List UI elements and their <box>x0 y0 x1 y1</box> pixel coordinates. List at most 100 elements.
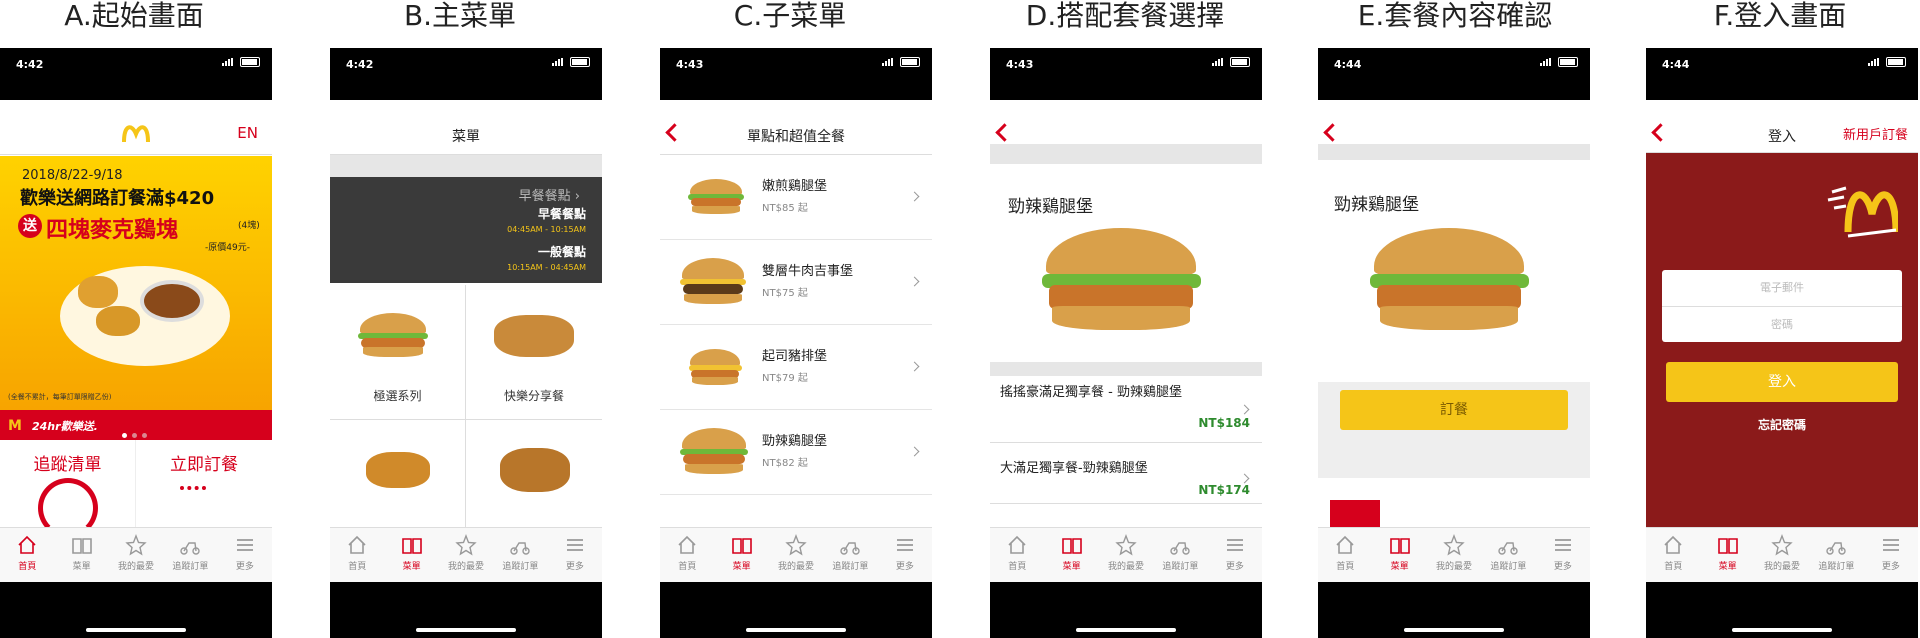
tab-bar: 首頁 菜單 我的最愛 追蹤訂單 更多 <box>990 527 1262 582</box>
battery-icon <box>570 57 590 67</box>
tab-menu[interactable]: 菜單 <box>1044 528 1098 582</box>
tab-more[interactable]: 更多 <box>1208 528 1262 582</box>
scooter-icon <box>1498 542 1519 555</box>
home-icon <box>1664 535 1682 554</box>
book-icon <box>731 538 752 554</box>
promo-qty: (4塊) <box>238 221 260 231</box>
order-button[interactable]: 訂餐 <box>1340 390 1568 430</box>
tab-home[interactable]: 首頁 <box>660 528 714 582</box>
language-toggle[interactable]: EN <box>237 124 258 142</box>
phone-c: 4:43 單點和超值全餐 嫩煎鷄腿堡 NT$85 起 雙層牛肉吉事堡 NT$75… <box>660 48 932 638</box>
spacer <box>990 362 1262 376</box>
tab-label: 首頁 <box>18 562 37 572</box>
category-meal[interactable] <box>330 420 465 530</box>
star-icon <box>785 534 807 556</box>
tab-more[interactable]: 更多 <box>1864 528 1918 582</box>
tab-favorites[interactable]: 我的最愛 <box>1099 528 1153 582</box>
product-title: 勁辣鷄腿堡 <box>1008 197 1093 217</box>
pager-dot[interactable] <box>142 433 147 438</box>
list-item[interactable]: 雙層牛肉吉事堡 NT$75 起 <box>660 240 932 325</box>
list-item[interactable]: 起司豬排堡 NT$79 起 <box>660 325 932 410</box>
combo-option[interactable]: 搖搖豪滿足獨享餐 - 勁辣鷄腿堡 NT$184 <box>990 376 1262 443</box>
back-arrow-icon[interactable] <box>1323 123 1342 142</box>
combo-option[interactable]: 大滿足獨享餐-勁辣鷄腿堡 NT$174 <box>990 443 1262 504</box>
tab-menu[interactable]: 菜單 <box>1700 528 1754 582</box>
tab-track[interactable]: 追蹤訂單 <box>1809 528 1863 582</box>
pager-dot[interactable] <box>122 433 127 438</box>
nugget <box>96 306 140 336</box>
signal-icon <box>222 58 236 66</box>
scooter-icon <box>840 542 861 555</box>
tab-more[interactable]: 更多 <box>878 528 932 582</box>
track-list-button[interactable]: 追蹤清單 <box>0 440 136 538</box>
home-icon <box>678 535 696 554</box>
caption-a: A.起始畫面 <box>64 0 204 32</box>
pager-dot[interactable] <box>132 433 137 438</box>
tab-label: 更多 <box>565 562 584 572</box>
item-price: NT$85 起 <box>762 203 808 214</box>
tab-favorites[interactable]: 我的最愛 <box>769 528 823 582</box>
tab-home[interactable]: 首頁 <box>990 528 1044 582</box>
forgot-password-link[interactable]: 忘記密碼 <box>1646 416 1918 433</box>
tab-track[interactable]: 追蹤訂單 <box>493 528 547 582</box>
tab-label: 更多 <box>1881 562 1900 572</box>
promo-banner[interactable]: 2018/8/22-9/18 歡樂送網路訂餐滿$420 送 四塊麥克鷄塊 (4塊… <box>0 156 272 410</box>
password-field[interactable]: 密碼 <box>1662 307 1902 343</box>
home-indicator[interactable] <box>1732 628 1832 632</box>
category-premium[interactable]: 極選系列 <box>330 285 465 419</box>
tab-bar: 首頁 菜單 我的最愛 追蹤訂單 更多 <box>330 527 602 582</box>
tab-track[interactable]: 追蹤訂單 <box>163 528 217 582</box>
tab-label: 菜單 <box>732 562 751 572</box>
tab-favorites[interactable]: 我的最愛 <box>109 528 163 582</box>
tab-home[interactable]: 首頁 <box>1646 528 1700 582</box>
tab-bar: 首頁 菜單 我的最愛 追蹤訂單 更多 <box>660 527 932 582</box>
home-indicator[interactable] <box>86 628 186 632</box>
tab-menu[interactable]: 菜單 <box>384 528 438 582</box>
home-indicator[interactable] <box>1404 628 1504 632</box>
category-share[interactable]: 快樂分享餐 <box>466 285 602 419</box>
star-icon <box>125 534 147 556</box>
tab-label: 首頁 <box>1008 562 1027 572</box>
tab-label: 我的最愛 <box>1108 562 1145 572</box>
chevron-right-icon <box>1239 473 1250 484</box>
tab-label: 菜單 <box>1062 562 1081 572</box>
tab-home[interactable]: 首頁 <box>1318 528 1372 582</box>
tab-menu[interactable]: 菜單 <box>54 528 108 582</box>
clock: 4:43 <box>676 58 704 71</box>
back-arrow-icon[interactable] <box>995 123 1014 142</box>
order-now-button[interactable]: 立即訂餐 <box>136 440 272 530</box>
delivery-label: 24hr歡樂送. <box>32 420 98 433</box>
tab-more[interactable]: 更多 <box>548 528 602 582</box>
scooter-icon <box>180 542 201 555</box>
login-button[interactable]: 登入 <box>1666 362 1898 402</box>
list-item[interactable]: 勁辣鷄腿堡 NT$82 起 <box>660 410 932 495</box>
tab-track[interactable]: 追蹤訂單 <box>823 528 877 582</box>
tab-track[interactable]: 追蹤訂單 <box>1481 528 1535 582</box>
email-field[interactable]: 電子郵件 <box>1662 270 1902 307</box>
tab-menu[interactable]: 菜單 <box>714 528 768 582</box>
tab-favorites[interactable]: 我的最愛 <box>439 528 493 582</box>
tab-favorites[interactable]: 我的最愛 <box>1755 528 1809 582</box>
tab-home[interactable]: 首頁 <box>330 528 384 582</box>
burger-image <box>358 313 428 359</box>
new-user-link[interactable]: 新用戶訂餐 <box>1843 124 1908 143</box>
combo-name: 搖搖豪滿足獨享餐 - 勁辣鷄腿堡 <box>1000 385 1182 400</box>
home-indicator[interactable] <box>1076 628 1176 632</box>
item-name: 起司豬排堡 <box>762 349 828 364</box>
tab-home[interactable]: 首頁 <box>0 528 54 582</box>
tab-favorites[interactable]: 我的最愛 <box>1427 528 1481 582</box>
caption-b: B.主菜單 <box>403 0 517 32</box>
mcdonalds-logo-icon <box>1827 186 1898 238</box>
category-combo[interactable] <box>466 420 602 530</box>
tab-more[interactable]: 更多 <box>1536 528 1590 582</box>
tab-menu[interactable]: 菜單 <box>1372 528 1426 582</box>
battery-icon <box>900 57 920 67</box>
home-indicator[interactable] <box>746 628 846 632</box>
meal-time-panel[interactable]: 早餐餐點 › 早餐餐點 04:45AM - 10:15AM 一般餐點 10:15… <box>330 177 602 283</box>
home-indicator[interactable] <box>416 628 516 632</box>
list-item[interactable]: 嫩煎鷄腿堡 NT$85 起 <box>660 155 932 240</box>
tab-label: 我的最愛 <box>1764 562 1801 572</box>
breakfast-link[interactable]: 早餐餐點 › <box>519 185 580 204</box>
tab-track[interactable]: 追蹤訂單 <box>1153 528 1207 582</box>
tab-more[interactable]: 更多 <box>218 528 272 582</box>
